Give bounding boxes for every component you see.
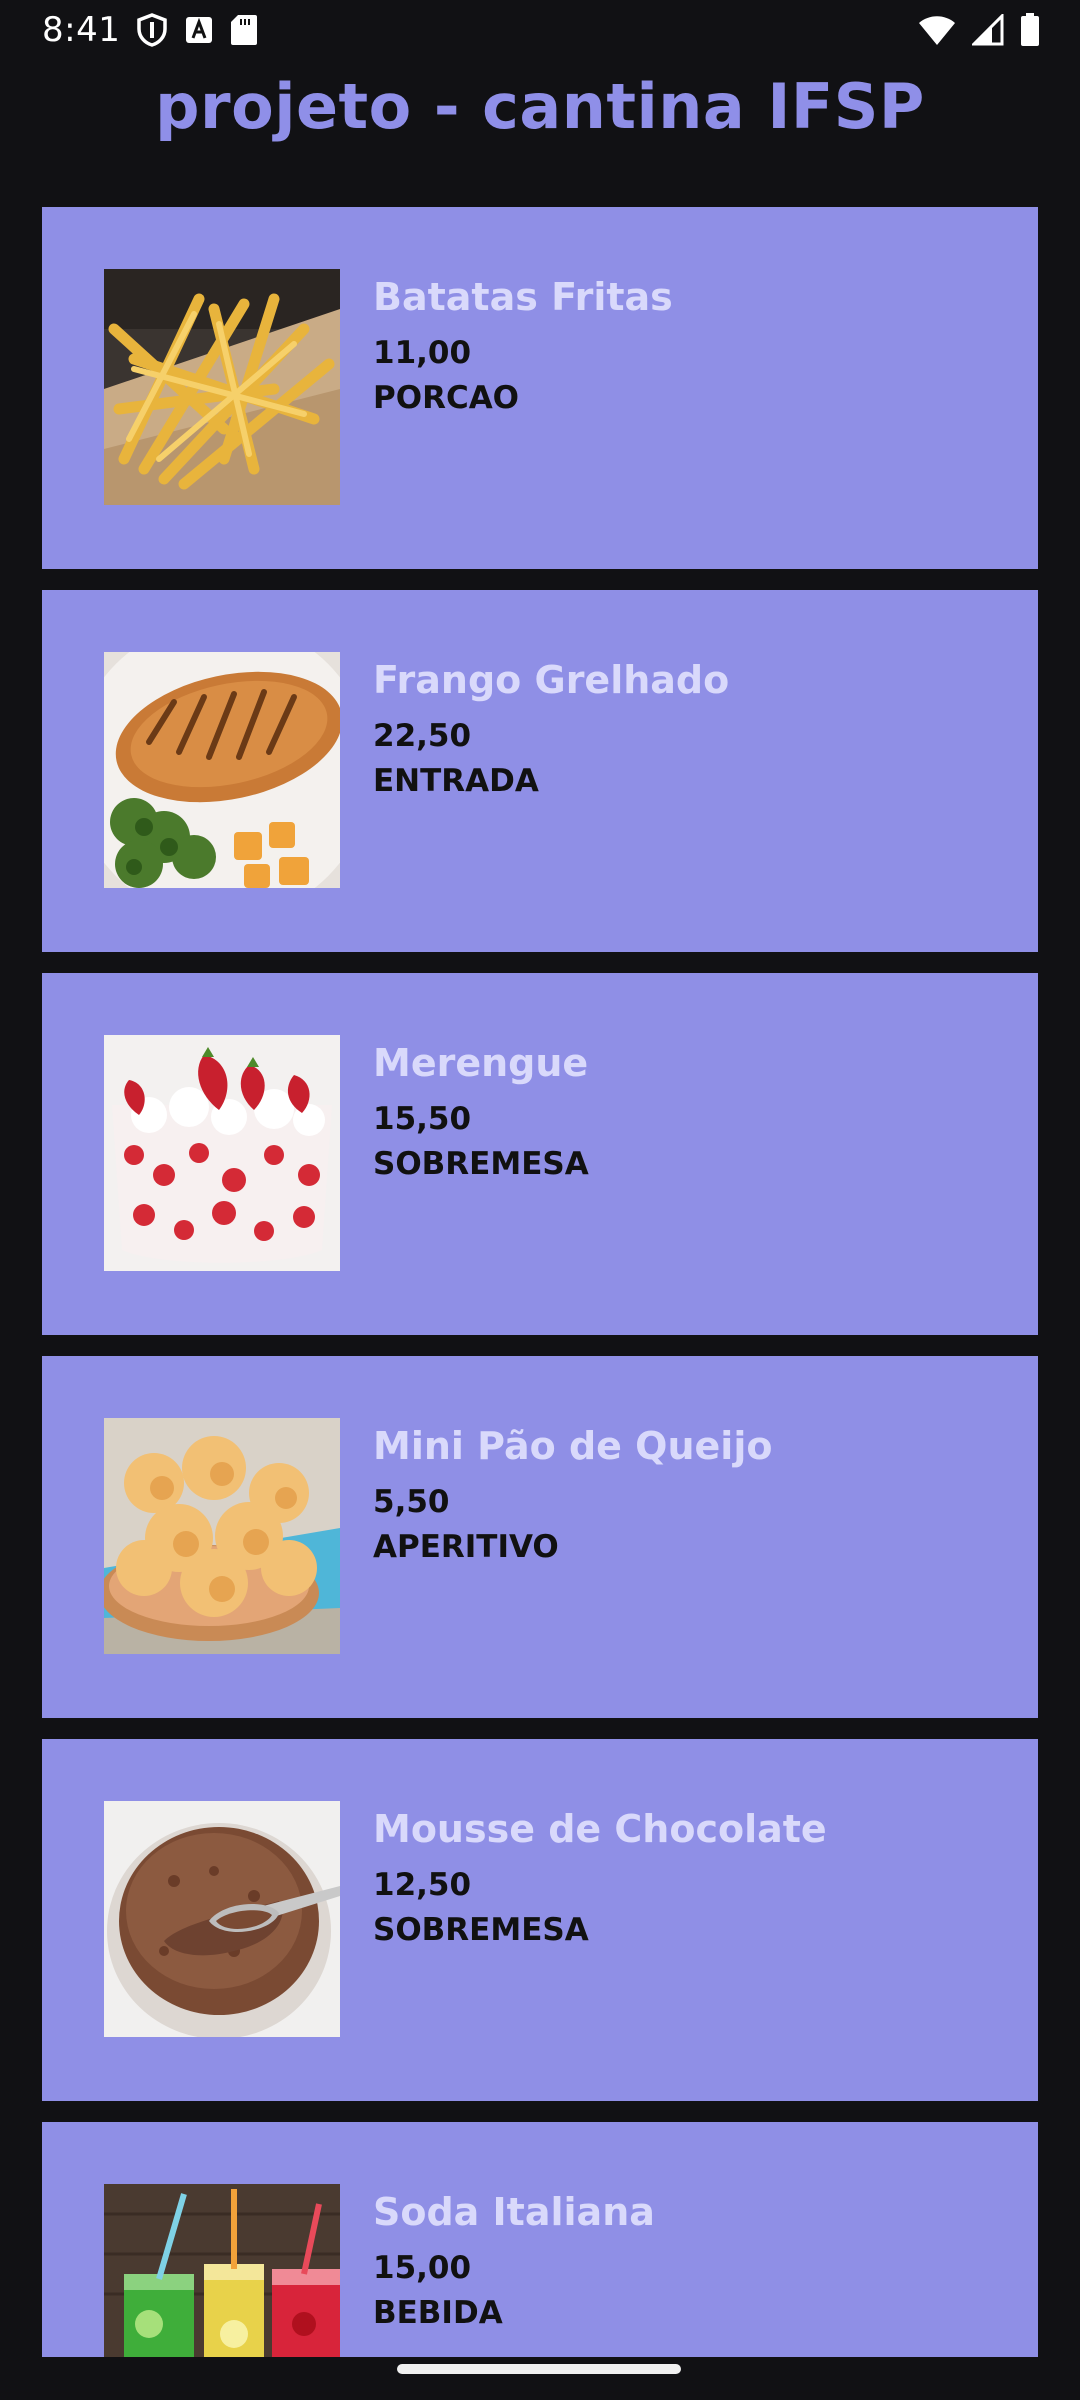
status-left: 8:41: [42, 10, 258, 50]
italian-soda-image: [104, 2184, 340, 2357]
food-card[interactable]: Soda Italiana 15,00 BEBIDA: [42, 2122, 1038, 2357]
food-category: APERITIVO: [373, 1529, 559, 1565]
food-price: 11,00: [373, 335, 472, 371]
food-list[interactable]: Batatas Fritas 11,00 PORCAO Frango Grelh…: [42, 207, 1038, 2357]
food-category: BEBIDA: [373, 2295, 503, 2331]
cheese-bread-image: [104, 1418, 340, 1654]
food-card[interactable]: Frango Grelhado 22,50 ENTRADA: [42, 590, 1038, 952]
food-info: Merengue 15,50 SOBREMESA: [373, 1041, 589, 1187]
fries-image: [104, 269, 340, 505]
food-name: Mini Pão de Queijo: [373, 1424, 773, 1468]
chocolate-mousse-image: [104, 1801, 340, 2037]
food-name: Frango Grelhado: [373, 658, 730, 702]
food-card[interactable]: Merengue 15,50 SOBREMESA: [42, 973, 1038, 1335]
food-name: Merengue: [373, 1041, 589, 1085]
shield-icon: [136, 13, 168, 47]
food-price: 22,50: [373, 718, 472, 754]
food-price: 15,50: [373, 1101, 472, 1137]
food-price: 15,00: [373, 2250, 472, 2286]
food-card[interactable]: Mini Pão de Queijo 5,50 APERITIVO: [42, 1356, 1038, 1718]
meringue-image: [104, 1035, 340, 1271]
gesture-nav-handle[interactable]: [397, 2364, 681, 2374]
food-price: 12,50: [373, 1867, 472, 1903]
text-a-icon: [184, 15, 214, 45]
app-title: projeto - cantina IFSP: [155, 70, 925, 143]
food-category: SOBREMESA: [373, 1146, 589, 1182]
food-card[interactable]: Batatas Fritas 11,00 PORCAO: [42, 207, 1038, 569]
food-info: Mousse de Chocolate 12,50 SOBREMESA: [373, 1807, 827, 1953]
food-name: Mousse de Chocolate: [373, 1807, 827, 1851]
food-info: Mini Pão de Queijo 5,50 APERITIVO: [373, 1424, 772, 1570]
grilled-chicken-image: [104, 652, 340, 888]
food-name: Batatas Fritas: [373, 275, 673, 319]
food-card[interactable]: Mousse de Chocolate 12,50 SOBREMESA: [42, 1739, 1038, 2101]
food-price: 5,50: [373, 1484, 450, 1520]
food-info: Batatas Fritas 11,00 PORCAO: [373, 275, 673, 421]
food-category: PORCAO: [373, 380, 520, 416]
wifi-icon: [918, 14, 956, 46]
food-info: Soda Italiana 15,00 BEBIDA: [373, 2190, 655, 2336]
food-category: ENTRADA: [373, 763, 539, 799]
battery-icon: [1020, 13, 1040, 47]
food-name: Soda Italiana: [373, 2190, 655, 2234]
status-time: 8:41: [42, 10, 121, 50]
food-category: SOBREMESA: [373, 1912, 589, 1948]
status-right: [918, 13, 1040, 47]
sd-card-icon: [230, 14, 258, 46]
food-info: Frango Grelhado 22,50 ENTRADA: [373, 658, 729, 804]
signal-icon: [972, 14, 1004, 46]
status-bar: 8:41: [0, 0, 1080, 60]
